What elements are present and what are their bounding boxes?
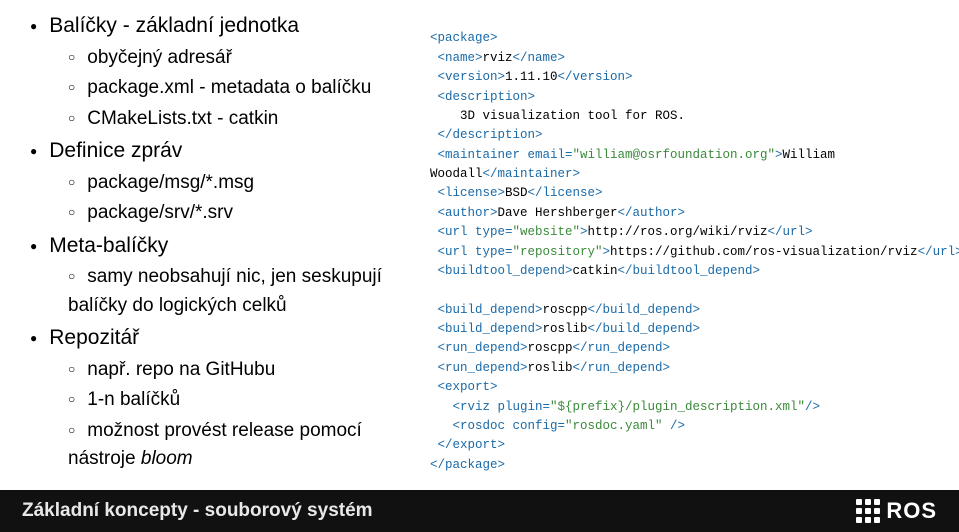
ros-logo-icon (856, 499, 880, 523)
subbullet: CMakeLists.txt - catkin (68, 105, 420, 134)
left-column: Balíčky - základní jednotka obyčejný adr… (30, 10, 430, 490)
subbullet: package.xml - metadata o balíčku (68, 74, 420, 103)
subbullet: obyčejný adresář (68, 44, 420, 73)
footer-title: Základní koncepty - souborový systém (22, 500, 373, 522)
bullet-msgdef: Definice zpráv (30, 135, 420, 167)
bullet-packages: Balíčky - základní jednotka (30, 10, 420, 42)
subbullet: např. repo na GitHubu (68, 356, 420, 385)
ros-logo-text: ROS (886, 498, 937, 524)
slide-body: Balíčky - základní jednotka obyčejný adr… (0, 0, 959, 490)
subbullet: 1-n balíčků (68, 386, 420, 415)
code-block: <package> <name>rviz</name> <version>1.1… (430, 10, 939, 490)
ros-logo: ROS (856, 498, 937, 524)
subbullet: samy neobsahují nic, jen seskupují balíč… (68, 263, 420, 320)
bullet-repo: Repozitář (30, 322, 420, 354)
footer: Základní koncepty - souborový systém ROS (0, 490, 959, 532)
subbullet: package/srv/*.srv (68, 199, 420, 228)
subbullet: možnost provést release pomocí nástroje … (68, 417, 420, 474)
subbullet: package/msg/*.msg (68, 169, 420, 198)
bullet-metapkg: Meta-balíčky (30, 230, 420, 262)
